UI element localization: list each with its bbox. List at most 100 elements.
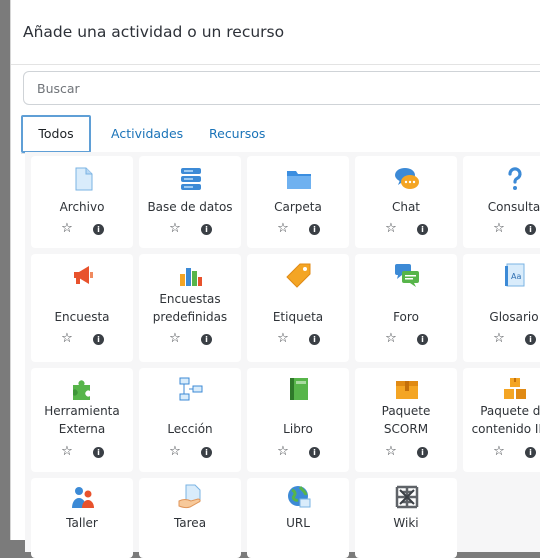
info-icon[interactable]: i: [93, 447, 104, 458]
module-label: Consulta: [487, 200, 540, 214]
bar-chart-icon: [180, 268, 202, 286]
info-icon[interactable]: i: [309, 447, 320, 458]
star-icon[interactable]: ☆: [492, 332, 506, 346]
info-icon[interactable]: i: [417, 224, 428, 235]
module-tile-base-de-datos[interactable]: Base de datos ☆ i: [139, 156, 241, 248]
ims-package-icon: [504, 378, 526, 399]
tag-icon: [286, 263, 311, 288]
module-label-line1: Encuestas: [159, 292, 221, 306]
activity-chooser-dialog: Añade una actividad o un recurso Todos A…: [10, 0, 540, 558]
info-icon[interactable]: i: [525, 447, 536, 458]
module-grid: Archivo ☆ i Base de datos ☆ i Carpeta ☆ …: [25, 152, 540, 558]
module-label-line1: Herramienta: [44, 404, 120, 418]
module-label: Chat: [391, 200, 421, 214]
module-tile-consulta[interactable]: Consulta ☆ i: [463, 156, 540, 248]
dialog-title: Añade una actividad o un recurso: [11, 0, 540, 65]
star-icon[interactable]: ☆: [384, 222, 398, 236]
module-label: Carpeta: [274, 200, 322, 214]
module-tile-tarea[interactable]: Tarea: [139, 478, 241, 558]
lesson-icon: [179, 377, 203, 401]
module-tile-foro[interactable]: Foro ☆ i: [355, 254, 457, 362]
globe-icon: [288, 486, 311, 508]
module-label: Archivo: [59, 200, 105, 214]
module-label: Lección: [167, 422, 213, 436]
module-tile-taller[interactable]: Taller: [31, 478, 133, 558]
module-tile-glosario[interactable]: Aa Glosario ☆ i: [463, 254, 540, 362]
star-icon[interactable]: ☆: [168, 445, 182, 459]
info-icon[interactable]: i: [309, 334, 320, 345]
tab-bar: Todos Actividades Recursos: [21, 115, 540, 154]
megaphone-icon: [74, 266, 93, 284]
scorm-package-icon: [396, 381, 418, 399]
module-tile-archivo[interactable]: Archivo ☆ i: [31, 156, 133, 248]
module-label: Tarea: [173, 516, 207, 530]
module-label-line2: SCORM: [383, 422, 429, 436]
file-icon: [75, 167, 93, 191]
info-icon[interactable]: i: [417, 334, 428, 345]
tab-actividades[interactable]: Actividades: [111, 115, 183, 152]
puzzle-icon: [73, 380, 90, 400]
module-tile-paquete-scorm[interactable]: Paquete SCORM ☆ i: [355, 368, 457, 472]
module-label: Glosario: [489, 310, 539, 324]
module-label: Encuesta: [54, 310, 110, 324]
module-tile-chat[interactable]: Chat ☆ i: [355, 156, 457, 248]
module-label: URL: [286, 516, 310, 530]
module-tile-libro[interactable]: Libro ☆ i: [247, 368, 349, 472]
info-icon[interactable]: i: [201, 334, 212, 345]
star-icon[interactable]: ☆: [276, 222, 290, 236]
question-icon: [508, 167, 522, 190]
module-tile-encuesta[interactable]: Encuesta ☆ i: [31, 254, 133, 362]
star-icon[interactable]: ☆: [60, 445, 74, 459]
module-tile-paquete-ims[interactable]: Paquete de contenido IMS ☆ i: [463, 368, 540, 472]
info-icon[interactable]: i: [525, 334, 536, 345]
module-tile-etiqueta[interactable]: Etiqueta ☆ i: [247, 254, 349, 362]
module-label: Etiqueta: [272, 310, 324, 324]
info-icon[interactable]: i: [525, 224, 536, 235]
module-label: Taller: [66, 516, 98, 530]
info-icon[interactable]: i: [309, 224, 320, 235]
glossary-icon: Aa: [505, 263, 525, 287]
module-label: Foro: [393, 310, 419, 324]
wiki-icon: [395, 485, 419, 509]
database-icon: [181, 168, 201, 190]
star-icon[interactable]: ☆: [276, 332, 290, 346]
module-label: Base de datos: [147, 200, 233, 214]
module-label: Wiki: [393, 516, 419, 530]
workshop-icon: [72, 487, 94, 508]
star-icon[interactable]: ☆: [492, 222, 506, 236]
module-label-line1: Paquete: [381, 404, 431, 418]
star-icon[interactable]: ☆: [168, 222, 182, 236]
info-icon[interactable]: i: [417, 447, 428, 458]
book-icon: [290, 378, 308, 400]
assignment-icon: [178, 484, 201, 509]
module-tile-carpeta[interactable]: Carpeta ☆ i: [247, 156, 349, 248]
tab-todos[interactable]: Todos: [21, 115, 91, 153]
module-label-line1: Paquete de: [480, 404, 540, 418]
backdrop: [0, 0, 10, 540]
star-icon[interactable]: ☆: [276, 445, 290, 459]
star-icon[interactable]: ☆: [60, 332, 74, 346]
info-icon[interactable]: i: [201, 447, 212, 458]
star-icon[interactable]: ☆: [384, 332, 398, 346]
info-icon[interactable]: i: [93, 224, 104, 235]
star-icon[interactable]: ☆: [60, 222, 74, 236]
folder-icon: [287, 171, 311, 189]
info-icon[interactable]: i: [201, 224, 212, 235]
module-label-line2: Externa: [58, 422, 106, 436]
module-tile-leccion[interactable]: Lección ☆ i: [139, 368, 241, 472]
module-label-line2: contenido IMS: [471, 422, 540, 436]
star-icon[interactable]: ☆: [168, 332, 182, 346]
module-tile-wiki[interactable]: Wiki: [355, 478, 457, 558]
module-tile-encuestas-predefinidas[interactable]: Encuestas predefinidas ☆ i: [139, 254, 241, 362]
info-icon[interactable]: i: [93, 334, 104, 345]
svg-text:Aa: Aa: [511, 272, 521, 281]
search-input[interactable]: [23, 71, 540, 105]
search-wrapper: [23, 71, 540, 105]
tab-recursos[interactable]: Recursos: [209, 115, 265, 152]
module-label: Libro: [283, 422, 313, 436]
star-icon[interactable]: ☆: [492, 445, 506, 459]
module-tile-herramienta-externa[interactable]: Herramienta Externa ☆ i: [31, 368, 133, 472]
star-icon[interactable]: ☆: [384, 445, 398, 459]
module-tile-url[interactable]: URL: [247, 478, 349, 558]
module-label-line2: predefinidas: [152, 310, 228, 324]
